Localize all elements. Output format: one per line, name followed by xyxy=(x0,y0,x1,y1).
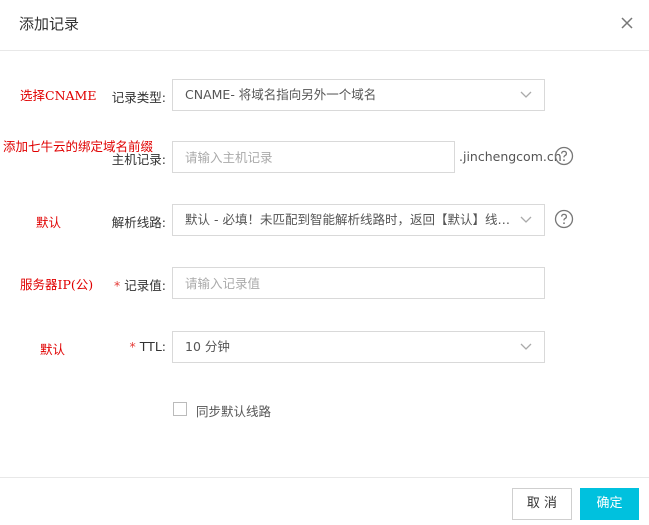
required-mark: * xyxy=(129,339,136,354)
add-record-dialog: 添加记录 选择CNAME 添加七牛云的绑定域名前缀 默认 服务器IP(公) 默认… xyxy=(0,0,649,524)
ttl-value: 10 分钟 xyxy=(185,339,230,354)
chevron-down-icon xyxy=(520,91,532,98)
help-circle-icon[interactable] xyxy=(554,209,574,229)
chevron-down-icon xyxy=(520,343,532,350)
annotation-record-type: 选择CNAME xyxy=(20,88,97,103)
ttl-label: TTL: xyxy=(139,339,166,354)
value-label-row: * 记录值: xyxy=(100,275,166,294)
line-label: 解析线路: xyxy=(111,215,166,230)
help-circle-icon[interactable] xyxy=(554,146,574,166)
host-label: 主机记录: xyxy=(111,152,166,167)
annotation-value: 服务器IP(公) xyxy=(20,277,94,292)
line-select[interactable]: 默认 - 必填！未匹配到智能解析线路时，返回【默认】线路... xyxy=(172,204,545,236)
required-mark: * xyxy=(114,278,121,293)
record-type-label: 记录类型: xyxy=(111,90,166,105)
dialog-header: 添加记录 xyxy=(0,0,649,51)
sync-default-line-checkbox[interactable] xyxy=(173,402,187,416)
record-value-input[interactable] xyxy=(172,267,545,299)
annotation-ttl: 默认 xyxy=(40,342,66,357)
close-icon[interactable] xyxy=(618,14,636,32)
sync-default-line-label[interactable]: 同步默认线路 xyxy=(196,401,271,420)
annotation-line: 默认 xyxy=(36,215,62,230)
domain-suffix: .jinchengcom.cn xyxy=(459,149,562,164)
ttl-label-row: * TTL: xyxy=(100,339,166,354)
ttl-select[interactable]: 10 分钟 xyxy=(172,331,545,363)
record-type-value: CNAME- 将域名指向另外一个域名 xyxy=(185,87,377,102)
chevron-down-icon xyxy=(520,216,532,223)
dialog-title: 添加记录 xyxy=(19,15,80,33)
value-label: 记录值: xyxy=(124,278,166,293)
cancel-button[interactable]: 取 消 xyxy=(512,488,572,520)
record-type-select[interactable]: CNAME- 将域名指向另外一个域名 xyxy=(172,79,545,111)
line-value: 默认 - 必填！未匹配到智能解析线路时，返回【默认】线路... xyxy=(185,212,522,227)
host-input[interactable] xyxy=(172,141,455,173)
confirm-button[interactable]: 确定 xyxy=(580,488,639,520)
